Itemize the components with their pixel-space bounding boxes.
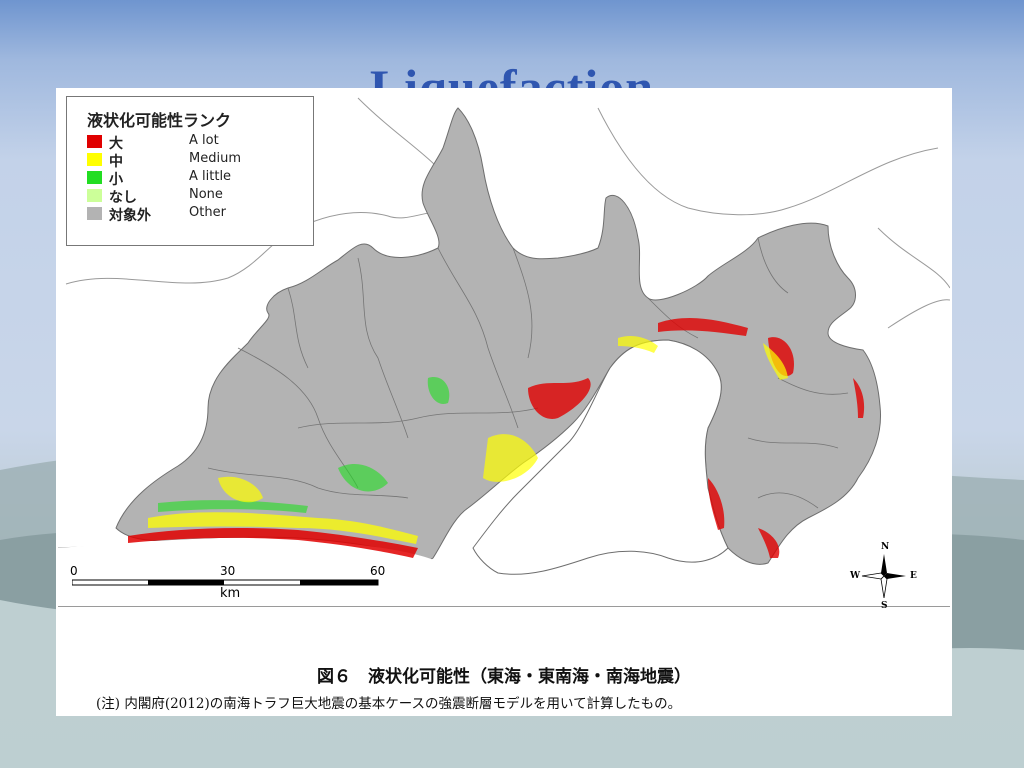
compass-n: N <box>881 542 890 552</box>
legend-title: 液状化可能性ランク <box>87 111 232 130</box>
scale-unit: km <box>220 586 241 601</box>
compass-s: S <box>881 601 888 611</box>
legend-label-jp: 小 <box>109 172 123 188</box>
scale-tick-0: 0 <box>70 564 78 578</box>
legend-item-a-lot: 大 A lot <box>87 133 307 152</box>
figure-caption-title: 図６ 液状化可能性（東海・東南海・南海地震） <box>317 667 691 687</box>
scale-bar: 0 30 60 km <box>70 564 390 604</box>
scale-tick-30: 30 <box>220 564 236 578</box>
legend-swatch-green <box>87 171 102 184</box>
figure-caption-note: (注) 内閣府(2012)の南海トラフ巨大地震の基本ケースの強震断層モデルを用い… <box>96 696 682 712</box>
legend-label-en: None <box>189 187 223 202</box>
legend-label-en: Other <box>189 205 226 220</box>
legend-item-other: 対象外 Other <box>87 205 307 224</box>
legend-label-en: A little <box>189 169 232 184</box>
legend-label-en: A lot <box>189 133 219 148</box>
compass-w: W <box>850 571 861 581</box>
map-legend: 液状化可能性ランク 大 A lot 中 Medium 小 A little なし… <box>66 96 314 246</box>
figure-panel: 液状化可能性ランク 大 A lot 中 Medium 小 A little なし… <box>56 88 952 716</box>
legend-swatch-yellow <box>87 153 102 166</box>
compass-rose: N S W E <box>850 542 917 611</box>
legend-label-en: Medium <box>189 151 241 166</box>
legend-label-jp: なし <box>109 190 137 206</box>
legend-swatch-gray <box>87 207 102 220</box>
legend-item-none: なし None <box>87 187 307 206</box>
scale-tick-60: 60 <box>370 564 386 578</box>
compass-icon <box>861 554 906 599</box>
legend-swatch-light-green <box>87 189 102 202</box>
legend-label-jp: 対象外 <box>109 208 151 224</box>
legend-swatch-red <box>87 135 102 148</box>
legend-item-a-little: 小 A little <box>87 169 307 188</box>
legend-label-jp: 中 <box>109 154 123 170</box>
legend-item-medium: 中 Medium <box>87 151 307 170</box>
compass-e: E <box>910 571 917 581</box>
legend-label-jp: 大 <box>109 136 123 152</box>
